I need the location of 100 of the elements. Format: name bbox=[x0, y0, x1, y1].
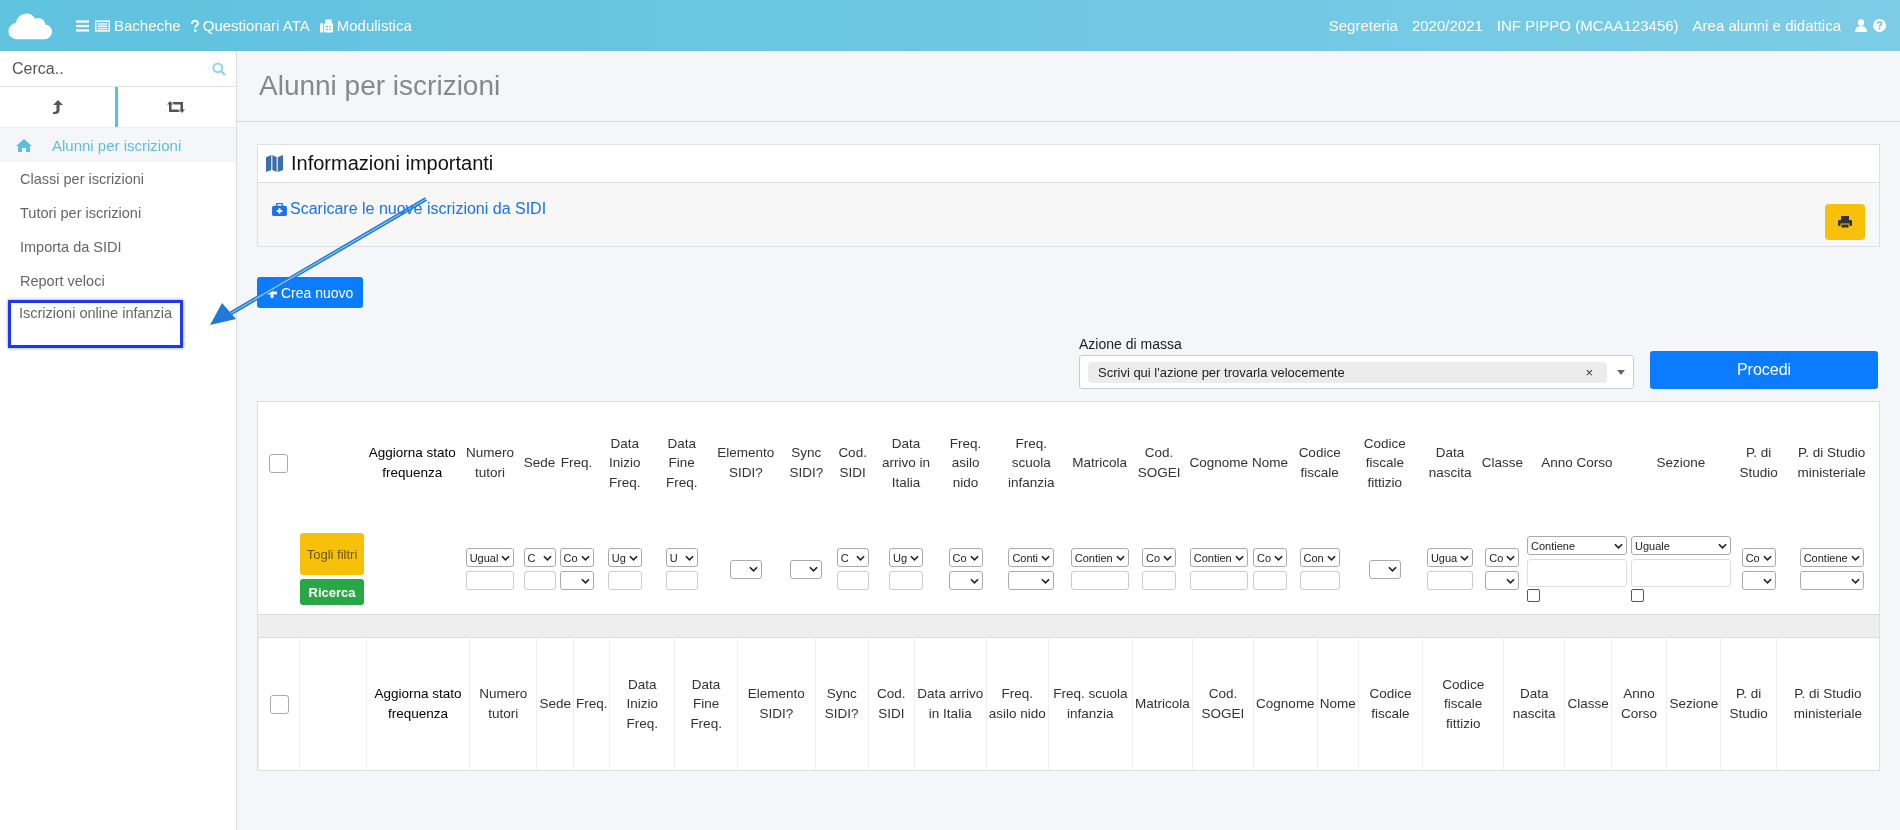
column-header[interactable]: Data nascita bbox=[1422, 443, 1478, 483]
filter-select[interactable] bbox=[790, 559, 823, 579]
filter-select[interactable] bbox=[1368, 559, 1401, 579]
select-all-checkbox[interactable] bbox=[268, 453, 288, 473]
filter-select[interactable]: Co bbox=[948, 548, 983, 567]
filter-input[interactable] bbox=[1070, 571, 1129, 590]
filter-select[interactable]: Ugual bbox=[465, 548, 515, 567]
column-header[interactable]: Nome bbox=[1319, 694, 1356, 714]
column-header[interactable]: Data nascita bbox=[1506, 684, 1563, 724]
filter-select[interactable]: Co bbox=[1253, 548, 1288, 567]
column-header[interactable]: Aggiorna stato frequenza bbox=[368, 443, 457, 483]
column-header[interactable]: Data arrivo in Italia bbox=[876, 433, 936, 493]
column-header[interactable]: P. di Studio ministeriale bbox=[1786, 443, 1877, 483]
column-header[interactable]: Freq. scuola infanzia bbox=[1050, 684, 1131, 724]
column-header[interactable]: Sync SIDI? bbox=[817, 684, 866, 724]
column-header[interactable]: Cognome bbox=[1256, 694, 1315, 714]
filter-input[interactable] bbox=[1299, 571, 1340, 590]
filter-select[interactable] bbox=[1741, 571, 1776, 590]
column-header[interactable]: Classe bbox=[1567, 694, 1609, 714]
clear-filters-button[interactable]: Togli filtri bbox=[300, 533, 364, 575]
column-header[interactable]: Codice fiscale bbox=[1360, 684, 1421, 724]
column-header[interactable]: Data arrivo in Italia bbox=[916, 684, 984, 724]
column-header[interactable]: Sync SIDI? bbox=[784, 443, 829, 483]
column-header[interactable]: Cognome bbox=[1189, 453, 1249, 473]
column-header[interactable]: Cod. SOGEI bbox=[1194, 684, 1252, 724]
filter-select[interactable]: Co bbox=[1142, 548, 1177, 567]
filter-select[interactable]: Co bbox=[559, 548, 594, 567]
filter-input[interactable] bbox=[1142, 571, 1177, 590]
sidebar-item[interactable]: Iscrizioni online infanzia bbox=[8, 300, 184, 348]
column-header[interactable]: Sede bbox=[523, 453, 556, 473]
column-header[interactable]: Elemento SIDI? bbox=[739, 684, 813, 724]
sidebar-item[interactable]: Report veloci bbox=[0, 264, 236, 298]
filter-input[interactable] bbox=[889, 571, 924, 590]
filter-select[interactable]: Contiene bbox=[1526, 536, 1627, 555]
filter-select[interactable]: Con bbox=[1299, 548, 1340, 567]
print-button[interactable] bbox=[1825, 203, 1865, 240]
column-header[interactable]: Anno Corso bbox=[1541, 453, 1613, 473]
column-header[interactable]: Freq. asilo nido bbox=[988, 684, 1046, 724]
filter-select[interactable] bbox=[559, 571, 594, 590]
create-button[interactable]: Crea nuovo bbox=[257, 277, 364, 308]
filter-input[interactable] bbox=[1426, 571, 1474, 590]
help-icon[interactable] bbox=[1873, 19, 1886, 32]
column-header[interactable]: Freq. asilo nido bbox=[939, 433, 992, 493]
filter-select[interactable]: Contien bbox=[1070, 548, 1129, 567]
select-all-checkbox[interactable] bbox=[269, 694, 289, 714]
column-header[interactable]: Anno Corso bbox=[1613, 684, 1665, 724]
column-header[interactable]: Freq. bbox=[560, 453, 593, 473]
filter-input[interactable] bbox=[523, 571, 556, 590]
column-header[interactable]: Sede bbox=[539, 694, 571, 714]
filter-select[interactable]: Ugua bbox=[1426, 548, 1474, 567]
filter-select[interactable]: C bbox=[836, 548, 869, 567]
column-header[interactable]: Sezione bbox=[1669, 694, 1719, 714]
sidebar-item[interactable]: Importa da SIDI bbox=[0, 230, 236, 264]
column-header[interactable]: P. di Studio bbox=[1723, 684, 1774, 724]
column-header[interactable]: Nome bbox=[1252, 453, 1289, 473]
filter-select[interactable] bbox=[1485, 571, 1520, 590]
column-header[interactable]: P. di Studio ministeriale bbox=[1778, 684, 1877, 724]
menu-icon[interactable] bbox=[76, 19, 89, 32]
proceed-button[interactable]: Procedi bbox=[1650, 351, 1878, 389]
column-header[interactable]: Data Inizio Freq. bbox=[597, 433, 653, 493]
filter-select[interactable]: U bbox=[665, 548, 698, 567]
column-header[interactable]: Data Inizio Freq. bbox=[612, 674, 673, 734]
filter-select[interactable]: C bbox=[523, 548, 556, 567]
column-header[interactable]: Freq. bbox=[575, 694, 608, 714]
filter-select[interactable] bbox=[729, 559, 762, 579]
column-header[interactable]: Codice fiscale fittizio bbox=[1351, 433, 1419, 493]
column-header[interactable]: Matricola bbox=[1072, 453, 1128, 473]
filter-input[interactable] bbox=[465, 571, 515, 590]
column-header[interactable]: Data Fine Freq. bbox=[677, 674, 735, 734]
search-icon[interactable] bbox=[212, 61, 226, 76]
column-header[interactable]: Numero tutori bbox=[460, 443, 520, 483]
filter-checkbox[interactable] bbox=[1630, 589, 1644, 602]
column-header[interactable]: Cod. SOGEI bbox=[1132, 443, 1186, 483]
column-header[interactable]: Cod. SIDI bbox=[832, 443, 873, 483]
column-header[interactable]: Codice fiscale bbox=[1292, 443, 1348, 483]
column-header[interactable]: Classe bbox=[1481, 453, 1523, 473]
filter-select[interactable]: Uguale bbox=[1630, 536, 1731, 555]
column-header[interactable]: Aggiorna stato frequenza bbox=[369, 684, 468, 724]
filter-select[interactable]: Ug bbox=[607, 548, 642, 567]
column-header[interactable]: Codice fiscale fittizio bbox=[1425, 674, 1502, 734]
column-header[interactable]: Freq. scuola infanzia bbox=[995, 433, 1067, 493]
filter-input[interactable] bbox=[1189, 571, 1248, 590]
column-header[interactable]: Numero tutori bbox=[472, 684, 535, 724]
column-header[interactable]: Matricola bbox=[1135, 694, 1190, 714]
filter-select[interactable]: Co bbox=[1741, 548, 1776, 567]
filter-checkbox[interactable] bbox=[1526, 589, 1540, 602]
column-header[interactable]: Elemento SIDI? bbox=[711, 443, 781, 483]
filter-input[interactable] bbox=[836, 571, 869, 590]
sidebar-item[interactable]: Classi per iscrizioni bbox=[0, 162, 236, 196]
user-icon[interactable] bbox=[1855, 19, 1867, 32]
filter-select[interactable]: Ug bbox=[889, 548, 924, 567]
column-header[interactable]: P. di Studio bbox=[1734, 443, 1783, 483]
sidebar-item[interactable]: Tutori per iscrizioni bbox=[0, 196, 236, 230]
filter-select[interactable]: Contien bbox=[1189, 548, 1248, 567]
filter-input[interactable] bbox=[607, 571, 642, 590]
column-header[interactable]: Cod. SIDI bbox=[870, 684, 912, 724]
filter-input[interactable] bbox=[1253, 571, 1288, 590]
filter-select[interactable]: Contiene bbox=[1799, 548, 1864, 567]
column-header[interactable]: Sezione bbox=[1656, 453, 1706, 473]
column-header[interactable]: Data Fine Freq. bbox=[656, 433, 708, 493]
